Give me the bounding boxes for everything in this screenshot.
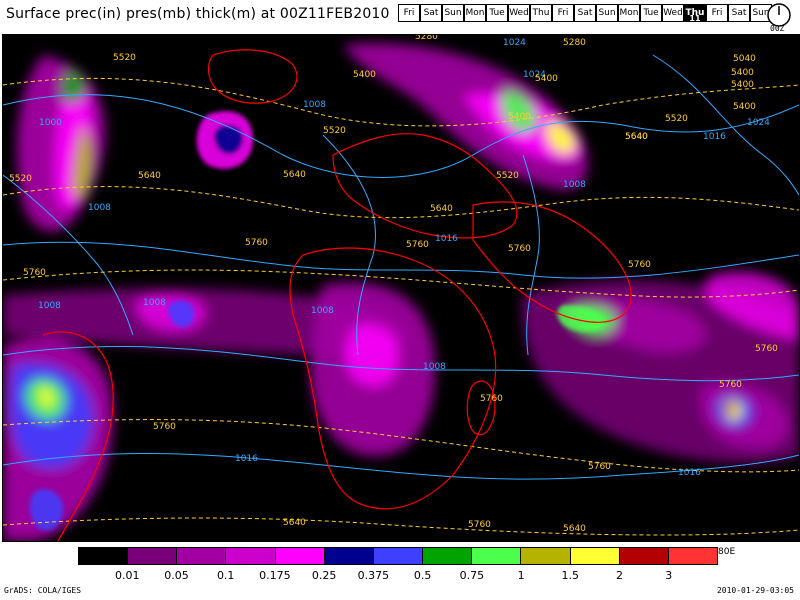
isobar-label: 1000: [39, 118, 62, 128]
legend-swatch: [226, 548, 276, 564]
thickness-label: 5760: [628, 260, 651, 270]
thickness-label: 5760: [755, 344, 778, 354]
isobar-label: 1008: [423, 362, 446, 372]
legend-ticks: 0.01 0.05 0.1 0.175 0.25 0.375 0.5 0.75 …: [78, 569, 718, 583]
legend-tick: 2: [616, 569, 624, 582]
isobar-label: 1008: [563, 180, 586, 190]
grads-footer-left: GrADS: COLA/IGES: [4, 586, 82, 595]
thickness-label: 5400: [535, 74, 558, 84]
thickness-label: 5640: [283, 170, 306, 180]
legend-tick: 0.5: [413, 569, 432, 582]
day-cell: Wed: [662, 4, 684, 22]
thickness-label: 5640: [283, 518, 306, 528]
day-cell: Thu: [530, 4, 552, 22]
day-cell: Fri: [398, 4, 420, 22]
thickness-label: 5520: [9, 174, 32, 184]
isobar-label: 1008: [303, 100, 326, 110]
thickness-label: 5640: [138, 171, 161, 181]
thickness-label: 5400: [353, 70, 376, 80]
day-cell: Fri: [706, 4, 728, 22]
weather-map: 1008 1008 1008 1008 1008 1016 1008 1016 …: [2, 34, 800, 542]
isobar-label: 1024: [503, 38, 526, 48]
isobar-label: 1016: [678, 468, 701, 478]
day-cell-active: Thu 11: [684, 4, 706, 23]
legend-swatch: [324, 548, 374, 564]
day-cell: Sat: [728, 4, 750, 22]
legend-tick: 0.375: [357, 569, 390, 582]
legend-swatch: [521, 548, 571, 564]
day-cell: Fri: [552, 4, 574, 22]
thickness-label: 5400: [733, 102, 756, 112]
clock-label: 00Z: [770, 24, 785, 33]
legend-tick: 0.175: [259, 569, 291, 582]
legend-swatch: [275, 548, 325, 564]
legend-tick: 3: [665, 569, 673, 582]
legend-tick: 0.75: [459, 569, 485, 582]
legend-swatch: [619, 548, 669, 564]
thickness-label: 5760: [406, 240, 429, 250]
legend-tick: 0.01: [114, 569, 140, 582]
legend-swatch: [423, 548, 473, 564]
day-cell: Tue: [486, 4, 508, 22]
map-title: Surface prec(in) pres(mb) thick(m) at 00…: [6, 6, 390, 22]
thickness-label: 5520: [113, 53, 136, 63]
day-cell: Sun: [442, 4, 464, 22]
day-cell: Mon: [618, 4, 640, 22]
isobar-label: 1016: [435, 234, 458, 244]
day-cell: Sun: [596, 4, 618, 22]
day-cell: Mon: [464, 4, 486, 22]
thickness-label: 5520: [665, 114, 688, 124]
grads-footer-right: 2010-01-29-03:05: [716, 586, 794, 595]
day-cell: Sat: [420, 4, 442, 22]
thickness-label: 5280: [415, 35, 438, 42]
thickness-label: 5760: [23, 268, 46, 278]
legend-swatch: [570, 548, 620, 564]
thickness-label: 5760: [468, 520, 491, 530]
legend-swatch: [79, 548, 129, 564]
isobar-label: 1008: [38, 301, 61, 311]
legend-swatch: [128, 548, 178, 564]
thickness-label: 5760: [719, 380, 742, 390]
isobar-label: 1016: [703, 132, 726, 142]
thickness-label: 5520: [496, 171, 519, 181]
thickness-label: 5760: [508, 244, 531, 254]
thickness-label: 5520: [323, 126, 346, 136]
thickness-label: 5400: [508, 112, 531, 122]
legend-swatch: [472, 548, 522, 564]
thickness-label: 5400: [731, 68, 754, 78]
legend-tick: 0.1: [216, 569, 235, 582]
legend-extra-label: 80E: [718, 547, 736, 557]
thickness-label: 5040: [733, 54, 756, 64]
weather-map-figure: Surface prec(in) pres(mb) thick(m) at 00…: [0, 0, 800, 600]
isobar-label: 1008: [88, 203, 111, 213]
isobar-label: 1016: [235, 454, 258, 464]
day-strip: Fri Sat Sun Mon Tue Wed Thu Fri Sat Sun …: [398, 4, 772, 23]
thickness-label: 5760: [480, 394, 503, 404]
thickness-label: 5640: [625, 132, 648, 142]
legend-tick: 1.5: [561, 569, 580, 582]
precip-legend: [78, 547, 718, 565]
day-cell: Wed: [508, 4, 530, 22]
legend-swatch: [668, 548, 718, 564]
legend-tick: 0.25: [311, 569, 337, 582]
thickness-label: 5760: [245, 238, 268, 248]
legend-swatch: [373, 548, 424, 564]
thickness-label: 5640: [430, 204, 453, 214]
legend-tick: 1: [517, 569, 525, 582]
isobar-label: 1008: [311, 306, 334, 316]
day-cell: Sat: [574, 4, 596, 22]
map-canvas: 1008 1008 1008 1008 1008 1016 1008 1016 …: [3, 35, 799, 541]
thickness-label: 5760: [588, 462, 611, 472]
thickness-label: 5400: [731, 80, 754, 90]
legend-swatch: [177, 548, 227, 564]
isobar-label: 1024: [747, 118, 770, 128]
isobar-label: 1008: [143, 298, 166, 308]
thickness-label: 5760: [153, 422, 176, 432]
thickness-label: 5640: [563, 524, 586, 534]
legend-tick: 0.05: [164, 569, 189, 582]
thickness-label: 5280: [563, 38, 586, 48]
day-cell: Tue: [640, 4, 662, 22]
